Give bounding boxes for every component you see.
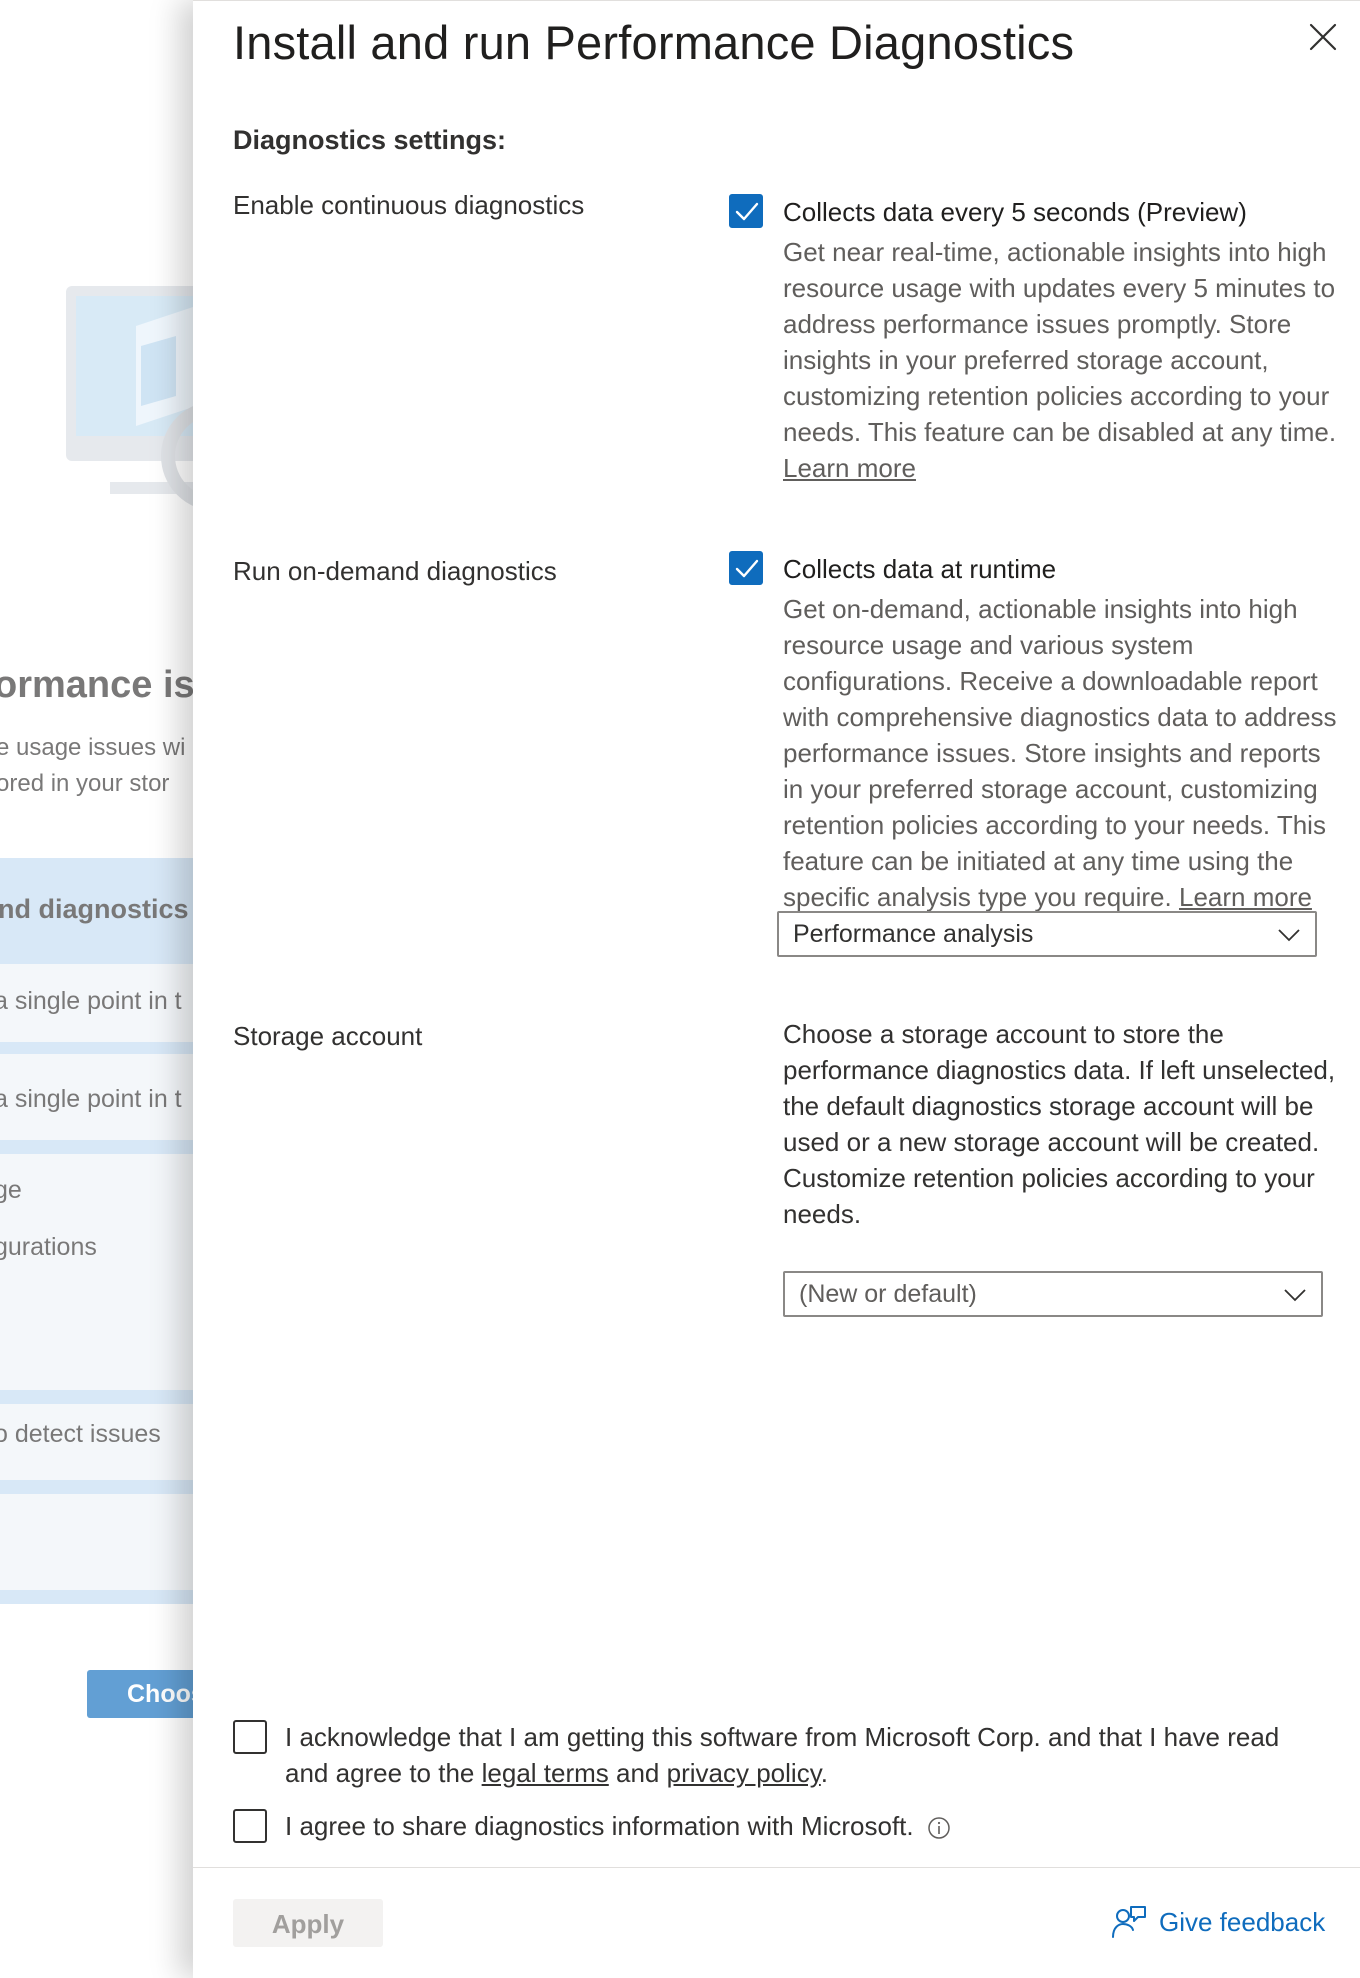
chevron-down-icon (1284, 1289, 1306, 1302)
storage-account-label: Storage account (233, 1021, 423, 1051)
share-diagnostics-checkbox[interactable] (233, 1809, 267, 1843)
close-button[interactable] (1303, 17, 1343, 57)
storage-account-dropdown[interactable]: (New or default) (783, 1271, 1323, 1317)
privacy-policy-link[interactable]: privacy policy (667, 1758, 821, 1788)
analysis-type-dropdown[interactable]: Performance analysis (777, 911, 1317, 957)
storage-account-value: (New or default) (799, 1280, 977, 1308)
on-demand-option-title: Collects data at runtime (783, 554, 1057, 584)
on-demand-diagnostics-checkbox[interactable] (729, 551, 763, 585)
legal-terms-link[interactable]: legal terms (482, 1758, 609, 1788)
give-feedback-label: Give feedback (1159, 1906, 1326, 1937)
checkmark-icon (735, 202, 759, 221)
acknowledge-text: I acknowledge that I am getting this sof… (285, 1719, 1325, 1791)
apply-button[interactable]: Apply (233, 1899, 383, 1947)
on-demand-description-text: Get on-demand, actionable insights into … (783, 594, 1337, 912)
feedback-person-icon (1112, 1906, 1146, 1938)
checkmark-icon (735, 559, 759, 578)
on-demand-diagnostics-label: Run on-demand diagnostics (233, 556, 557, 586)
diagnostics-settings-heading: Diagnostics settings: (233, 125, 507, 155)
share-diagnostics-text: I agree to share diagnostics information… (285, 1808, 951, 1844)
close-icon (1309, 23, 1337, 51)
storage-account-description: Choose a storage account to store the pe… (783, 1019, 1336, 1229)
acknowledge-period: . (820, 1758, 828, 1788)
continuous-diagnostics-checkbox[interactable] (729, 194, 763, 228)
install-diagnostics-panel: Install and run Performance Diagnostics … (193, 0, 1360, 1978)
share-diagnostics-label: I agree to share diagnostics information… (285, 1811, 914, 1841)
info-icon[interactable] (927, 1816, 951, 1840)
acknowledge-checkbox[interactable] (233, 1720, 267, 1754)
panel-title: Install and run Performance Diagnostics (233, 16, 1075, 69)
continuous-option-title: Collects data every 5 seconds (Preview) (783, 197, 1247, 227)
analysis-type-value: Performance analysis (793, 920, 1034, 948)
chevron-down-icon (1278, 929, 1300, 942)
continuous-diagnostics-label: Enable continuous diagnostics (233, 190, 585, 220)
continuous-description-text: Get near real-time, actionable insights … (783, 237, 1337, 447)
on-demand-learn-more-link[interactable]: Learn more (1179, 882, 1312, 912)
on-demand-description: Get on-demand, actionable insights into … (783, 591, 1339, 915)
continuous-description: Get near real-time, actionable insights … (783, 234, 1339, 486)
footer-divider (193, 1867, 1360, 1868)
give-feedback-button[interactable]: Give feedback (1111, 1905, 1325, 1939)
continuous-learn-more-link[interactable]: Learn more (783, 453, 916, 483)
acknowledge-and: and (616, 1758, 660, 1788)
